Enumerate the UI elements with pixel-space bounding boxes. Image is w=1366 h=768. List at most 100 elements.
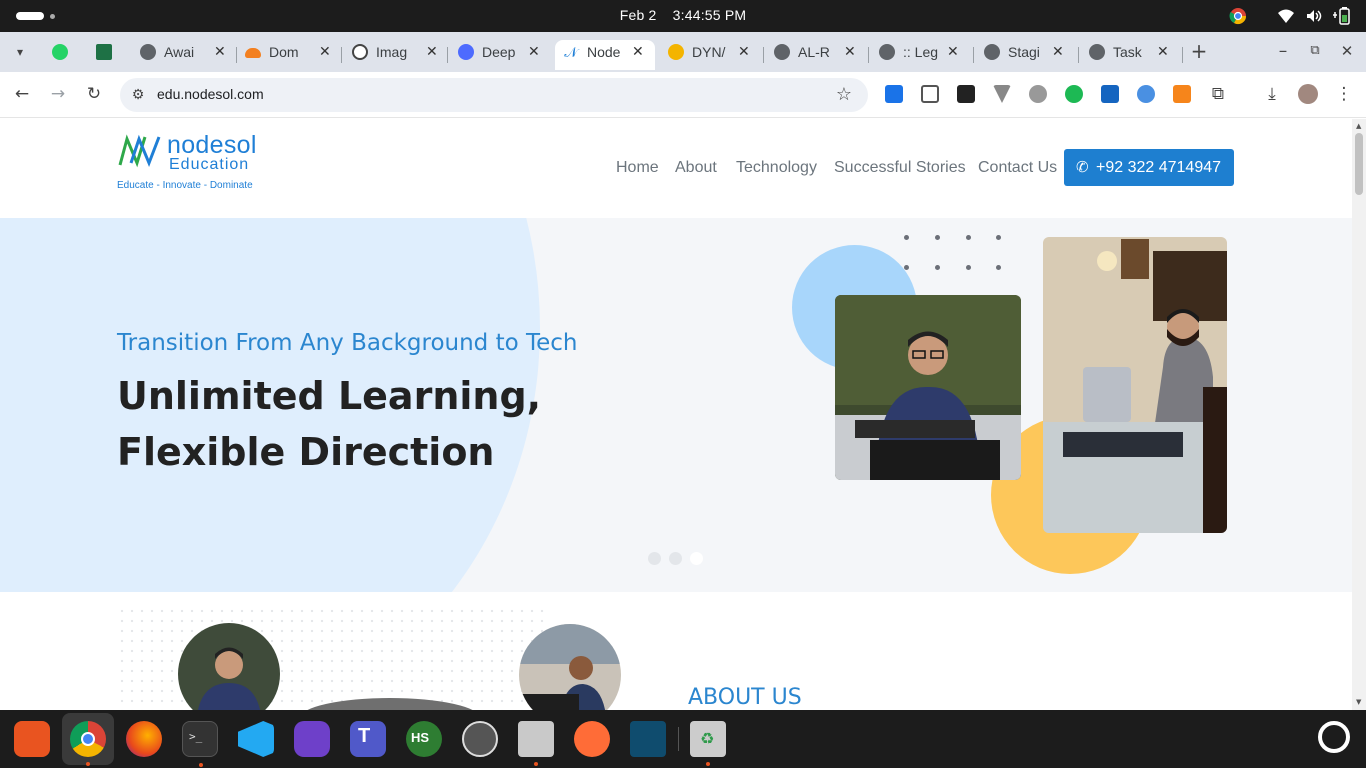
close-icon[interactable]: ✕ bbox=[426, 43, 438, 60]
hero-carousel: Transition From Any Background to Tech U… bbox=[0, 218, 1352, 592]
carousel-indicator-1[interactable] bbox=[648, 552, 661, 565]
coin-icon bbox=[668, 44, 684, 60]
tab-legal[interactable]: :: Leg ✕ bbox=[879, 40, 974, 70]
close-icon[interactable]: ✕ bbox=[1157, 43, 1169, 60]
close-icon[interactable]: ✕ bbox=[528, 43, 540, 60]
volume-icon[interactable] bbox=[1305, 7, 1323, 25]
globe-icon bbox=[879, 44, 895, 60]
hs-icon[interactable]: HS bbox=[406, 721, 442, 757]
close-window-icon[interactable]: ✕ bbox=[1337, 41, 1357, 61]
extension-green-icon[interactable] bbox=[1065, 85, 1083, 103]
hero-headline-line-1: Unlimited Learning, bbox=[117, 374, 542, 418]
downloads-icon[interactable]: ⤓ bbox=[1262, 84, 1282, 104]
scrollbar-thumb[interactable] bbox=[1355, 133, 1363, 195]
extension-bow-icon[interactable] bbox=[1137, 85, 1155, 103]
close-icon[interactable]: ✕ bbox=[214, 43, 226, 60]
show-apps-icon[interactable] bbox=[1318, 721, 1350, 753]
close-icon[interactable]: ✕ bbox=[947, 43, 959, 60]
close-icon[interactable]: ✕ bbox=[632, 43, 644, 60]
tab-staging[interactable]: Stagi ✕ bbox=[984, 40, 1079, 70]
postman-icon[interactable] bbox=[574, 721, 610, 757]
tab-whatsapp[interactable] bbox=[52, 40, 82, 70]
tab-tasks[interactable]: Task ✕ bbox=[1089, 40, 1184, 70]
battery-icon[interactable] bbox=[1333, 7, 1353, 25]
tab-divider bbox=[341, 47, 342, 63]
cloudflare-icon bbox=[245, 48, 261, 58]
chrome-tray-icon[interactable] bbox=[1229, 7, 1247, 25]
forward-icon[interactable]: → bbox=[48, 84, 68, 104]
chrome-icon[interactable] bbox=[70, 721, 106, 766]
vscode-icon[interactable] bbox=[238, 721, 274, 757]
nav-home[interactable]: Home bbox=[616, 159, 659, 177]
logo-tagline: Educate - Innovate - Dominate bbox=[117, 180, 253, 191]
bookmark-star-icon[interactable]: ☆ bbox=[834, 85, 854, 105]
extension-c-icon[interactable] bbox=[921, 85, 939, 103]
tab-awais[interactable]: Awai ✕ bbox=[140, 40, 235, 70]
tab-divider bbox=[973, 47, 974, 63]
clock[interactable]: Feb 2 3:44:55 PM bbox=[0, 7, 1366, 23]
files-icon[interactable] bbox=[518, 721, 554, 766]
address-bar[interactable]: ⚙ edu.nodesol.com ☆ bbox=[120, 78, 868, 112]
app-center-icon[interactable] bbox=[14, 721, 50, 757]
excel-icon bbox=[96, 44, 112, 60]
tab-title: Dom bbox=[269, 44, 299, 60]
ubuntu-installer-icon[interactable] bbox=[462, 721, 498, 757]
extension-globe-icon[interactable] bbox=[1029, 85, 1047, 103]
openai-icon bbox=[352, 44, 368, 60]
tab-nodesol-active[interactable]: 𝒩 Node ✕ bbox=[555, 40, 655, 70]
browser-toolbar: ← → ↻ ⚙ edu.nodesol.com ☆ ⧉ ⤓ ⋮ bbox=[0, 72, 1366, 118]
profile-avatar[interactable] bbox=[1298, 84, 1318, 104]
nav-technology[interactable]: Technology bbox=[736, 159, 817, 177]
nav-about[interactable]: About bbox=[675, 159, 717, 177]
picture-in-picture-icon[interactable] bbox=[957, 85, 975, 103]
close-icon[interactable]: ✕ bbox=[844, 43, 856, 60]
wifi-icon[interactable] bbox=[1277, 7, 1295, 25]
github-desktop-icon[interactable] bbox=[294, 721, 330, 757]
nav-successful-stories[interactable]: Successful Stories bbox=[834, 159, 966, 177]
trash-icon[interactable]: ♻ bbox=[690, 721, 726, 766]
phone-button[interactable]: ✆ +92 322 4714947 bbox=[1064, 149, 1234, 186]
page-scrollbar[interactable]: ▲ ▼ bbox=[1352, 119, 1366, 710]
tab-al-r[interactable]: AL-R ✕ bbox=[774, 40, 869, 70]
back-icon[interactable]: ← bbox=[12, 84, 32, 104]
close-icon[interactable]: ✕ bbox=[1052, 43, 1064, 60]
url-text[interactable]: edu.nodesol.com bbox=[157, 86, 264, 102]
tab-strip: ▾ Awai ✕ Dom ✕ Imag ✕ Deep ✕ 𝒩 Node ✕ DY… bbox=[0, 32, 1366, 72]
whatsapp-icon bbox=[52, 44, 68, 60]
carousel-indicator-2[interactable] bbox=[669, 552, 682, 565]
logo-sub: Education bbox=[169, 156, 250, 173]
restore-icon[interactable]: ⧉ bbox=[1305, 41, 1325, 61]
terminal-icon[interactable]: >_ bbox=[182, 721, 218, 767]
about-heading: ABOUT US bbox=[688, 685, 802, 710]
tab-images[interactable]: Imag ✕ bbox=[352, 40, 447, 70]
new-tab-icon[interactable]: + bbox=[1189, 41, 1209, 61]
extensions-puzzle-icon[interactable]: ⧉ bbox=[1208, 84, 1228, 104]
nodesol-logo[interactable]: nodesol Education Educate - Innovate - D… bbox=[117, 131, 272, 193]
site-info-icon[interactable]: ⚙ bbox=[128, 85, 148, 105]
tab-deepseek[interactable]: Deep ✕ bbox=[458, 40, 553, 70]
carousel-indicator-3-active[interactable] bbox=[690, 552, 703, 565]
close-icon[interactable]: ✕ bbox=[319, 43, 331, 60]
tab-excel[interactable] bbox=[96, 40, 126, 70]
scroll-down-icon[interactable]: ▼ bbox=[1356, 698, 1361, 706]
nav-contact-us[interactable]: Contact Us bbox=[978, 159, 1057, 177]
hero-headline-line-2: Flexible Direction bbox=[117, 430, 495, 474]
tab-dynamic[interactable]: DYN/ ✕ bbox=[668, 40, 763, 70]
close-icon[interactable]: ✕ bbox=[738, 43, 750, 60]
minimize-icon[interactable]: – bbox=[1273, 41, 1293, 61]
tab-title: :: Leg bbox=[903, 44, 939, 60]
extension-v-icon[interactable] bbox=[993, 85, 1011, 103]
tab-title: Deep bbox=[482, 44, 516, 60]
tab-search-icon[interactable]: ▾ bbox=[10, 42, 30, 62]
tab-domains[interactable]: Dom ✕ bbox=[245, 40, 340, 70]
mysql-workbench-icon[interactable] bbox=[630, 721, 666, 757]
metamask-icon[interactable] bbox=[1173, 85, 1191, 103]
firefox-icon[interactable] bbox=[126, 721, 162, 757]
extension-blue-icon[interactable] bbox=[1101, 85, 1119, 103]
chrome-menu-icon[interactable]: ⋮ bbox=[1334, 84, 1354, 104]
teams-for-linux-icon[interactable]: T bbox=[350, 721, 386, 757]
hero-kicker: Transition From Any Background to Tech bbox=[117, 330, 578, 356]
reload-icon[interactable]: ↻ bbox=[84, 84, 104, 104]
extension-fi-icon[interactable] bbox=[885, 85, 903, 103]
scroll-up-icon[interactable]: ▲ bbox=[1356, 122, 1361, 130]
